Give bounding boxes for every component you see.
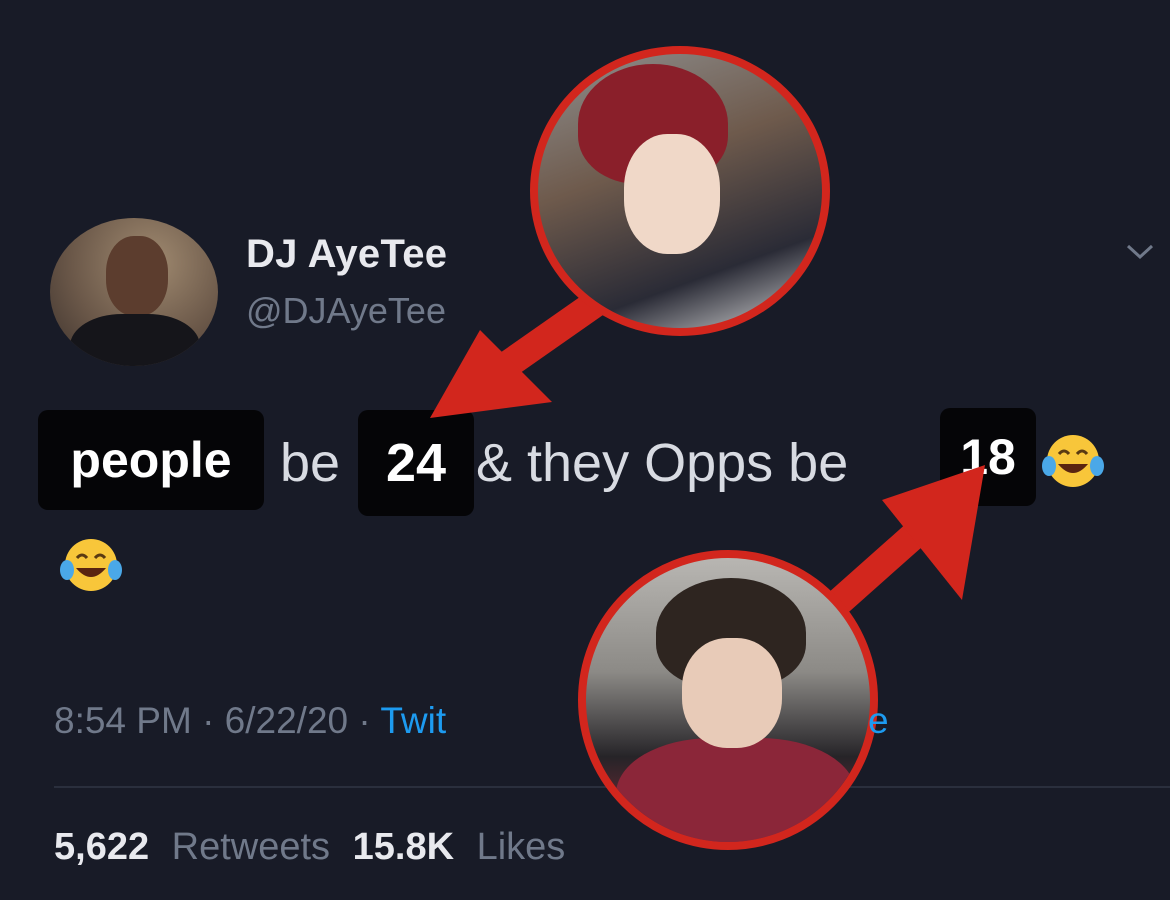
timestamp-text: 8:54 PM · 6/22/20 · bbox=[54, 700, 381, 741]
author-avatar[interactable] bbox=[50, 218, 218, 366]
overlay-photo-bottom bbox=[578, 550, 878, 850]
label-24: 24 bbox=[358, 410, 474, 516]
likes-label[interactable]: Likes bbox=[477, 826, 566, 868]
avatar-jacket bbox=[70, 314, 200, 366]
tweet-text-be: be bbox=[280, 433, 341, 493]
tweet-card: DJ AyeTee @DJAyeTee be & they Opps be pe… bbox=[0, 0, 1170, 900]
author-display-name[interactable]: DJ AyeTee bbox=[246, 232, 447, 277]
tweet-timestamp[interactable]: 8:54 PM · 6/22/20 · Twit bbox=[54, 700, 446, 742]
chevron-down-icon[interactable] bbox=[1122, 236, 1158, 266]
source-link-tail[interactable]: e bbox=[868, 700, 889, 742]
author-handle[interactable]: @DJAyeTee bbox=[246, 290, 446, 332]
retweets-label[interactable]: Retweets bbox=[172, 826, 330, 868]
laughing-emoji-icon bbox=[60, 539, 122, 591]
label-18: 18 bbox=[940, 408, 1036, 506]
photo-hoodie bbox=[616, 738, 856, 842]
label-people: people bbox=[38, 410, 264, 510]
overlay-photo-top bbox=[530, 46, 830, 336]
laughing-emoji-icon bbox=[1042, 435, 1104, 487]
likes-count[interactable]: 15.8K bbox=[353, 826, 454, 868]
photo-face bbox=[624, 134, 720, 254]
source-link[interactable]: Twit bbox=[380, 700, 446, 741]
retweets-count[interactable]: 5,622 bbox=[54, 826, 149, 868]
photo-face bbox=[682, 638, 782, 748]
engagement-stats: 5,622 Retweets 15.8K Likes bbox=[54, 826, 565, 869]
tweet-text-rest: & they Opps be bbox=[476, 433, 849, 493]
arrow-icon bbox=[430, 288, 609, 418]
avatar-face bbox=[106, 236, 168, 316]
